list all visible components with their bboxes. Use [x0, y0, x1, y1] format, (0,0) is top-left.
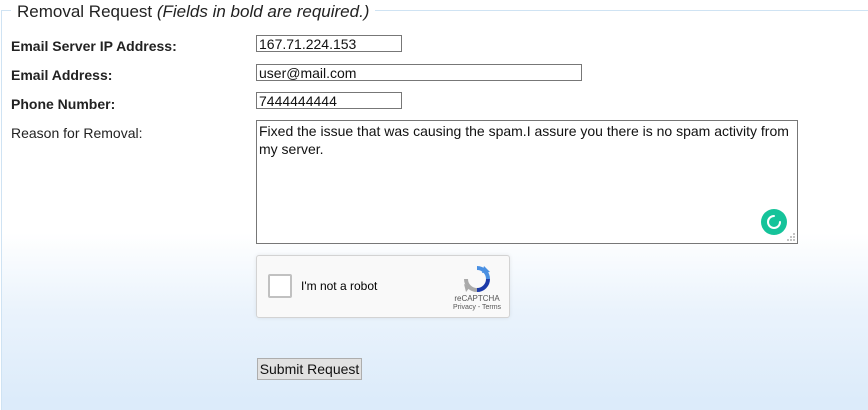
recaptcha-widget: I'm not a robot reCAPTCHA Privacy - Term…	[256, 255, 510, 318]
reason-textarea[interactable]: Fixed the issue that was causing the spa…	[256, 120, 798, 244]
ip-label: Email Server IP Address:	[11, 38, 177, 54]
grammarly-icon[interactable]	[761, 209, 787, 235]
recaptcha-label: I'm not a robot	[301, 279, 378, 293]
form-legend: Removal Request (Fields in bold are requ…	[11, 1, 376, 23]
phone-input[interactable]	[256, 92, 402, 109]
recaptcha-checkbox[interactable]	[268, 274, 292, 298]
recaptcha-links[interactable]: Privacy - Terms	[443, 304, 511, 311]
grammarly-spinner-icon	[767, 215, 781, 229]
email-input[interactable]	[256, 64, 582, 81]
resize-handle-icon[interactable]	[786, 232, 796, 242]
phone-label: Phone Number:	[11, 96, 116, 112]
reason-label: Reason for Removal:	[11, 125, 143, 141]
legend-title: Removal Request	[17, 2, 153, 21]
submit-request-button[interactable]: Submit Request	[257, 358, 362, 380]
legend-note: (Fields in bold are required.)	[156, 2, 370, 21]
email-label: Email Address:	[11, 67, 113, 83]
ip-input[interactable]	[256, 35, 402, 52]
recaptcha-logo-icon	[464, 266, 490, 292]
recaptcha-brand: reCAPTCHA	[454, 294, 500, 303]
